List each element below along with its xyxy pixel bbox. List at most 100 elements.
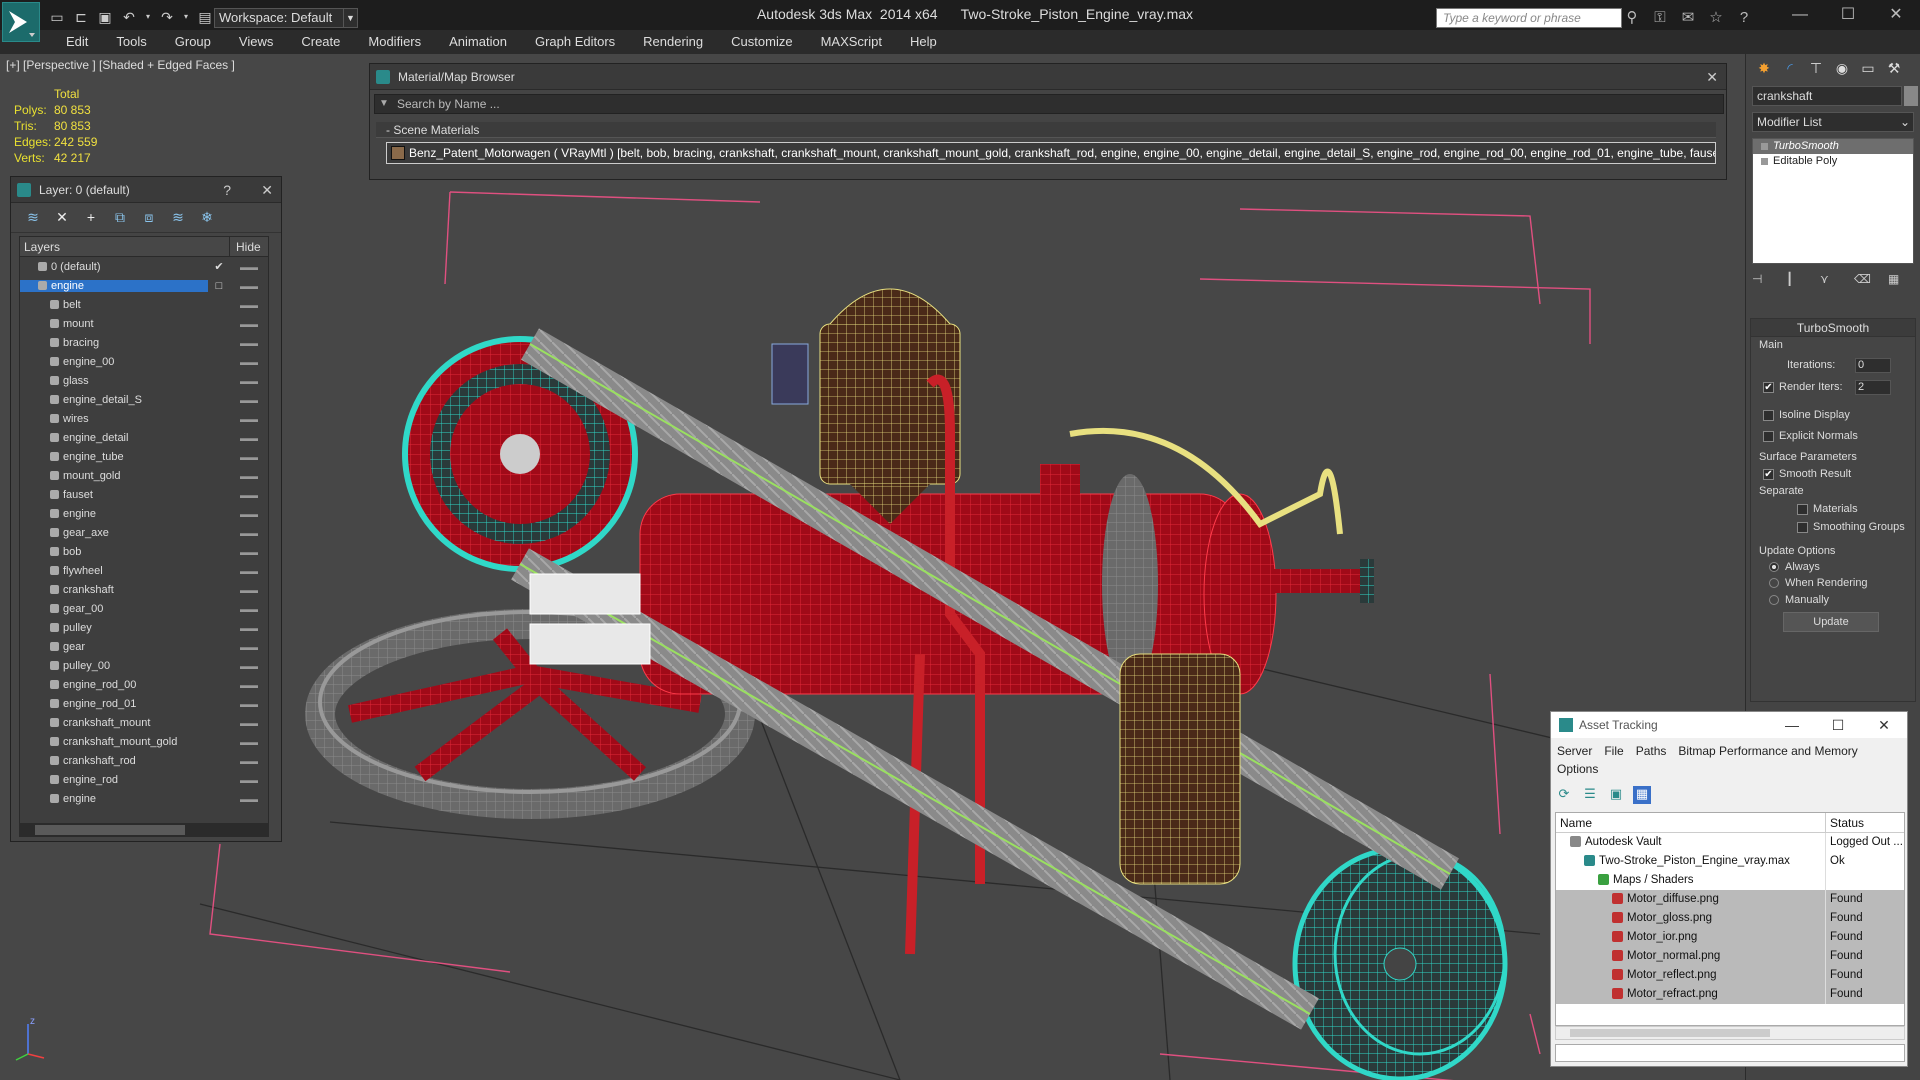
col-layers[interactable]: Layers <box>20 237 230 256</box>
menu-modifiers[interactable]: Modifiers <box>354 30 435 54</box>
asset-menu-paths[interactable]: Paths <box>1636 744 1667 758</box>
object-color-swatch[interactable] <box>1904 86 1918 106</box>
asset-menu-server[interactable]: Server <box>1557 744 1592 758</box>
col-status[interactable]: Status <box>1826 813 1864 832</box>
layer-row[interactable]: pulley_00 ▬▬ <box>20 656 268 675</box>
make-unique-icon[interactable]: ⋎ <box>1820 272 1834 288</box>
layer-freeze-toggle[interactable]: ▬▬ <box>230 509 268 519</box>
layer-row[interactable]: bracing ▬▬ <box>20 333 268 352</box>
help-icon[interactable]: ? <box>1734 8 1754 28</box>
layer-row[interactable]: engine_detail_S ▬▬ <box>20 390 268 409</box>
layers-icon[interactable]: ≋ <box>23 207 43 227</box>
subscription-icon[interactable]: ⚿ <box>1650 8 1670 28</box>
list-view-icon[interactable]: ☰ <box>1581 786 1599 804</box>
keyword-search-input[interactable]: Type a keyword or phrase <box>1436 8 1622 28</box>
layer-name[interactable]: pulley <box>20 622 208 634</box>
select-in-layer-icon[interactable]: ⧉ <box>110 207 130 227</box>
layer-row[interactable]: engine_00 ▬▬ <box>20 352 268 371</box>
layer-freeze-toggle[interactable]: ▬▬ <box>230 642 268 652</box>
layer-row[interactable]: engine_rod_01 ▬▬ <box>20 694 268 713</box>
asset-menu-file[interactable]: File <box>1604 744 1623 758</box>
layer-name[interactable]: bracing <box>20 337 208 349</box>
isoline-checkbox[interactable] <box>1763 409 1774 421</box>
when-rendering-radio[interactable] <box>1769 578 1779 589</box>
layer-name[interactable]: fauset <box>20 489 208 501</box>
object-name-field[interactable]: crankshaft <box>1752 86 1902 106</box>
layer-freeze-toggle[interactable]: ▬▬ <box>230 300 268 310</box>
layer-titlebar[interactable]: Layer: 0 (default) ? ✕ <box>11 177 281 203</box>
layer-name[interactable]: engine_00 <box>20 356 208 368</box>
layer-freeze-toggle[interactable]: ▬▬ <box>230 794 268 804</box>
layer-freeze-toggle[interactable]: ▬▬ <box>230 281 268 291</box>
layer-freeze-toggle[interactable]: ▬▬ <box>230 623 268 633</box>
layer-name[interactable]: engine_tube <box>20 451 208 463</box>
layer-list[interactable]: Layers Hide 0 (default) ✔ ▬▬ engine □ ▬▬ belt ▬… <box>19 236 269 826</box>
engine-cylinder[interactable] <box>639 474 1374 695</box>
thumbnail-view-icon[interactable]: ▣ <box>1607 786 1625 804</box>
asset-row[interactable]: Motor_ior.png Found <box>1556 928 1904 947</box>
asset-row[interactable]: Autodesk Vault Logged Out ... <box>1556 833 1904 852</box>
layer-name[interactable]: glass <box>20 375 208 387</box>
layer-row[interactable]: engine_tube ▬▬ <box>20 447 268 466</box>
asset-row[interactable]: Motor_gloss.png Found <box>1556 909 1904 928</box>
app-menu-button[interactable] <box>2 2 40 42</box>
communication-icon[interactable]: ✉ <box>1678 8 1698 28</box>
layer-freeze-toggle[interactable]: ▬▬ <box>230 604 268 614</box>
layer-freeze-toggle[interactable]: ▬▬ <box>230 566 268 576</box>
close-icon[interactable]: ✕ <box>1872 0 1920 30</box>
close-icon[interactable]: ✕ <box>261 177 273 203</box>
layer-freeze-toggle[interactable]: ▬▬ <box>230 699 268 709</box>
layer-name[interactable]: mount <box>20 318 208 330</box>
maximize-icon[interactable]: ☐ <box>1824 0 1872 30</box>
materials-checkbox[interactable] <box>1797 503 1808 515</box>
minimize-icon[interactable]: — <box>1776 0 1824 30</box>
layer-freeze-toggle[interactable]: ▬▬ <box>230 433 268 443</box>
menu-tools[interactable]: Tools <box>102 30 160 54</box>
layer-freeze-toggle[interactable]: ▬▬ <box>230 490 268 500</box>
menu-help[interactable]: Help <box>896 30 951 54</box>
layer-name[interactable]: gear_00 <box>20 603 208 615</box>
pin-stack-icon[interactable]: ⊣ <box>1752 272 1766 288</box>
show-end-result-icon[interactable]: ┃ <box>1786 272 1800 288</box>
layer-hide-toggle[interactable]: ✔ <box>208 260 230 273</box>
hide-all-icon[interactable]: ≋ <box>168 207 188 227</box>
modifier-list-dropdown[interactable]: Modifier List ⌄ <box>1752 112 1914 132</box>
layer-row[interactable]: belt ▬▬ <box>20 295 268 314</box>
rollout-title[interactable]: TurboSmooth <box>1751 319 1915 337</box>
add-icon[interactable]: + <box>81 207 101 227</box>
refresh-icon[interactable]: ⟳ <box>1555 786 1573 804</box>
asset-row[interactable]: Two-Stroke_Piston_Engine_vray.max Ok <box>1556 852 1904 871</box>
iterations-spinner[interactable]: 0 <box>1855 358 1891 373</box>
favorites-star-icon[interactable]: ☆ <box>1706 8 1726 28</box>
close-icon[interactable]: ✕ <box>1861 712 1907 738</box>
motion-tab-icon[interactable]: ◉ <box>1832 58 1852 78</box>
menu-graph-editors[interactable]: Graph Editors <box>521 30 629 54</box>
layer-freeze-toggle[interactable]: ▬▬ <box>230 376 268 386</box>
modify-tab-icon[interactable]: ◜ <box>1780 58 1800 78</box>
delete-icon[interactable]: ✕ <box>52 207 72 227</box>
layer-row[interactable]: crankshaft_mount ▬▬ <box>20 713 268 732</box>
table-view-icon[interactable]: ▦ <box>1633 786 1651 804</box>
layer-name[interactable]: engine <box>20 279 208 292</box>
utilities-tab-icon[interactable]: ⚒ <box>1884 58 1904 78</box>
layer-name[interactable]: engine <box>20 508 208 520</box>
layer-row[interactable]: engine □ ▬▬ <box>20 276 268 295</box>
layer-row[interactable]: 0 (default) ✔ ▬▬ <box>20 257 268 276</box>
menu-maxscript[interactable]: MAXScript <box>807 30 896 54</box>
layer-row[interactable]: crankshaft_mount_gold ▬▬ <box>20 732 268 751</box>
binoculars-icon[interactable]: ⚲ <box>1622 8 1642 28</box>
layer-name[interactable]: crankshaft <box>20 584 208 596</box>
rear-housing[interactable] <box>1119 653 1241 885</box>
menu-customize[interactable]: Customize <box>717 30 806 54</box>
layer-name[interactable]: flywheel <box>20 565 208 577</box>
asset-row[interactable]: Motor_diffuse.png Found <box>1556 890 1904 909</box>
layer-row[interactable]: gear ▬▬ <box>20 637 268 656</box>
menu-rendering[interactable]: Rendering <box>629 30 717 54</box>
asset-row[interactable]: Motor_reflect.png Found <box>1556 966 1904 985</box>
modifier-stack[interactable]: TurboSmooth Editable Poly <box>1752 138 1914 264</box>
layer-name[interactable]: mount_gold <box>20 470 208 482</box>
manually-radio[interactable] <box>1769 595 1779 606</box>
layer-row[interactable]: bob ▬▬ <box>20 542 268 561</box>
layer-freeze-toggle[interactable]: ▬▬ <box>230 661 268 671</box>
layer-name[interactable]: engine_detail <box>20 432 208 444</box>
